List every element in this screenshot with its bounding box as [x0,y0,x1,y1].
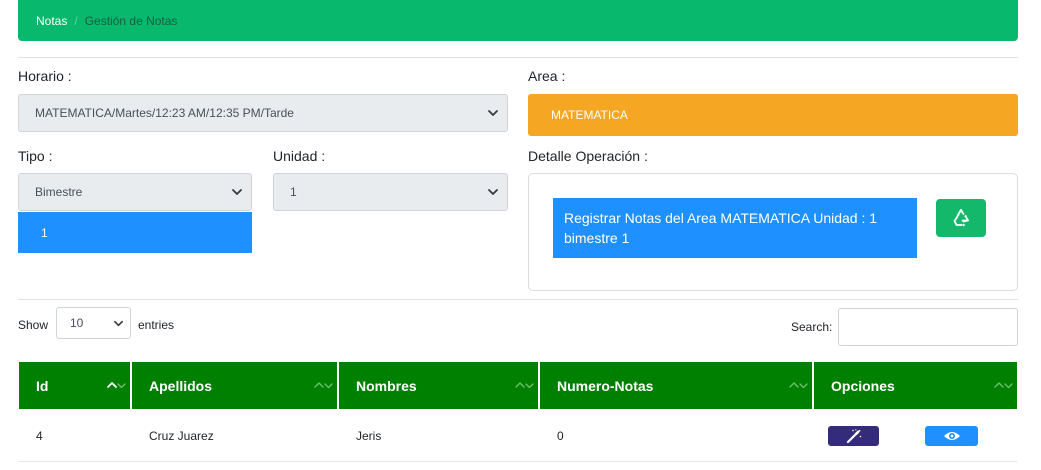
entries-select[interactable]: 10 [56,307,131,339]
cell-opciones [814,410,1017,462]
view-button[interactable] [925,426,978,446]
detalle-panel: Registrar Notas del Area MATEMATICA Unid… [528,173,1018,291]
cell-apellidos: Cruz Juarez [149,429,214,443]
chevron-down-icon [488,189,498,195]
edit-notes-button[interactable] [828,426,879,446]
unidad-select[interactable]: 1 [273,173,508,211]
sort-both-icon [314,382,333,389]
show-label: Show [18,318,49,332]
sort-both-icon [515,382,534,389]
table-row: 4 Cruz Juarez Jeris 0 [19,410,1017,462]
column-header-label: Opciones [831,377,895,394]
column-header-label: Id [36,377,49,394]
column-header-numero-notas[interactable]: Numero-Notas [540,362,814,409]
sort-both-icon [994,382,1013,389]
horario-label: Horario : [18,68,72,84]
column-header-id[interactable]: Id [19,362,132,409]
breadcrumb-notas-link[interactable]: Notas [36,14,67,28]
cell-nombres: Jeris [356,429,382,443]
tipo-label: Tipo : [18,148,53,164]
unidad-select-value: 1 [290,185,297,199]
horario-select-value: MATEMATICA/Martes/12:23 AM/12:35 PM/Tard… [35,106,294,120]
sort-both-icon [789,382,808,389]
tipo-select[interactable]: Bimestre [18,173,252,211]
tipo-dropdown-option[interactable]: 1 [18,212,252,253]
column-header-label: Nombres [356,377,417,394]
entries-select-value: 10 [70,316,84,330]
column-header-label: Apellidos [149,377,213,394]
entries-label: entries [138,318,175,332]
search-input[interactable] [838,308,1018,346]
recycle-button[interactable] [936,199,986,237]
cell-numero-notas: 0 [557,429,564,443]
breadcrumb: Notas / Gestión de Notas [18,0,1018,41]
sort-asc-icon [107,382,126,389]
magic-wand-icon [846,429,861,443]
divider-top [18,57,1018,58]
column-header-label: Numero-Notas [557,377,654,394]
column-header-apellidos[interactable]: Apellidos [132,362,339,409]
eye-icon [943,432,960,440]
chevron-down-icon [114,320,123,327]
area-label: Area : [528,68,566,84]
chevron-down-icon [232,189,242,195]
breadcrumb-current: Gestión de Notas [84,13,178,28]
recycle-icon [953,209,969,227]
chevron-down-icon [488,110,498,116]
search-label: Search: [791,320,833,334]
detalle-label: Detalle Operación : [528,148,648,164]
unidad-label: Unidad : [273,148,326,164]
tipo-select-value: Bimestre [35,185,83,199]
area-value: MATEMATICA [528,94,1018,136]
breadcrumb-separator: / [74,13,78,28]
table-header: Id Apellidos Nombres Numero-Notas Opcion… [19,362,1017,409]
column-header-nombres[interactable]: Nombres [339,362,540,409]
detalle-info-message: Registrar Notas del Area MATEMATICA Unid… [553,198,917,258]
horario-select[interactable]: MATEMATICA/Martes/12:23 AM/12:35 PM/Tard… [18,94,508,132]
column-header-opciones[interactable]: Opciones [814,362,1017,409]
divider-middle [18,299,1018,300]
cell-id: 4 [36,429,43,443]
